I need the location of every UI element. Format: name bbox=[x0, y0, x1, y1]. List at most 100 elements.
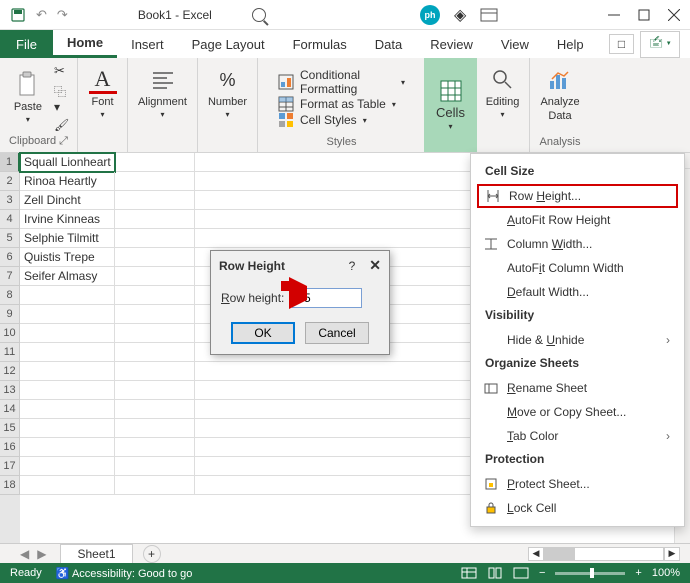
maximize-icon[interactable] bbox=[638, 9, 650, 21]
menu-lock-cell[interactable]: Lock Cell bbox=[471, 496, 684, 520]
undo-icon[interactable]: ↶ bbox=[36, 7, 47, 23]
sheet-nav-next-icon[interactable]: ▶ bbox=[37, 547, 46, 561]
row-header[interactable]: 16 bbox=[0, 438, 20, 457]
cell[interactable]: Zell Dincht bbox=[20, 191, 115, 210]
sheet-tab[interactable]: Sheet1 bbox=[60, 544, 132, 563]
cell[interactable] bbox=[115, 305, 195, 324]
cell[interactable] bbox=[20, 381, 115, 400]
font-button[interactable]: A Font ▾ bbox=[83, 62, 123, 123]
cell[interactable] bbox=[20, 457, 115, 476]
cell[interactable] bbox=[20, 400, 115, 419]
menu-autofit-column-width[interactable]: AutoFit Column Width bbox=[471, 256, 684, 280]
diamond-icon[interactable]: ◈ bbox=[454, 5, 466, 25]
menu-autofit-row-height[interactable]: AutoFit Row Height bbox=[471, 208, 684, 232]
cell[interactable] bbox=[20, 476, 115, 495]
row-header[interactable]: 13 bbox=[0, 381, 20, 400]
cell[interactable] bbox=[115, 343, 195, 362]
copy-icon[interactable]: ⿻ ▾ bbox=[54, 83, 69, 114]
redo-icon[interactable]: ↷ bbox=[57, 7, 68, 23]
cell[interactable] bbox=[20, 343, 115, 362]
cell[interactable]: Rinoa Heartly bbox=[20, 172, 115, 191]
comments-button[interactable]: □ bbox=[609, 34, 634, 54]
view-page-icon[interactable] bbox=[487, 567, 503, 579]
tab-home[interactable]: Home bbox=[53, 30, 117, 58]
cell[interactable] bbox=[115, 191, 195, 210]
row-header[interactable]: 5 bbox=[0, 229, 20, 248]
cells-button[interactable]: Cells ▾ bbox=[424, 58, 477, 152]
tab-review[interactable]: Review bbox=[416, 30, 487, 58]
row-header[interactable]: 2 bbox=[0, 172, 20, 191]
cell[interactable] bbox=[20, 324, 115, 343]
ok-button[interactable]: OK bbox=[231, 322, 295, 344]
scroll-right-icon[interactable]: ▶ bbox=[664, 547, 680, 561]
cell[interactable] bbox=[115, 381, 195, 400]
row-header[interactable]: 1 bbox=[0, 153, 20, 172]
zoom-in-icon[interactable]: + bbox=[635, 567, 641, 579]
menu-protect-sheet[interactable]: Protect Sheet... bbox=[471, 472, 684, 496]
alignment-button[interactable]: Alignment ▾ bbox=[132, 62, 193, 123]
cell[interactable] bbox=[115, 286, 195, 305]
scroll-left-icon[interactable]: ◀ bbox=[528, 547, 544, 561]
share-button[interactable]: 🖆 ▾ bbox=[640, 31, 680, 58]
tab-file[interactable]: File bbox=[0, 30, 53, 58]
cell[interactable] bbox=[115, 419, 195, 438]
tab-insert[interactable]: Insert bbox=[117, 30, 178, 58]
cell[interactable]: Irvine Kinneas bbox=[20, 210, 115, 229]
cell[interactable] bbox=[115, 153, 195, 172]
minimize-icon[interactable] bbox=[608, 9, 620, 21]
menu-hide-unhide[interactable]: Hide & Unhide › bbox=[471, 328, 684, 352]
tab-view[interactable]: View bbox=[487, 30, 543, 58]
row-header[interactable]: 6 bbox=[0, 248, 20, 267]
cell[interactable] bbox=[115, 438, 195, 457]
row-header[interactable]: 12 bbox=[0, 362, 20, 381]
cell[interactable] bbox=[115, 362, 195, 381]
tab-formulas[interactable]: Formulas bbox=[279, 30, 361, 58]
number-button[interactable]: % Number ▾ bbox=[202, 62, 253, 123]
view-normal-icon[interactable] bbox=[461, 567, 477, 579]
cell[interactable] bbox=[115, 210, 195, 229]
menu-row-height[interactable]: Row Height... bbox=[477, 184, 678, 208]
row-header[interactable]: 8 bbox=[0, 286, 20, 305]
menu-column-width[interactable]: Column Width... bbox=[471, 232, 684, 256]
cell[interactable] bbox=[20, 305, 115, 324]
account-logo-icon[interactable]: ph bbox=[420, 5, 440, 25]
tab-page-layout[interactable]: Page Layout bbox=[178, 30, 279, 58]
menu-tab-color[interactable]: Tab Color › bbox=[471, 424, 684, 448]
cell[interactable] bbox=[115, 324, 195, 343]
cell[interactable]: Quistis Trepe bbox=[20, 248, 115, 267]
close-icon[interactable] bbox=[668, 9, 680, 21]
cell[interactable] bbox=[115, 267, 195, 286]
cancel-button[interactable]: Cancel bbox=[305, 322, 369, 344]
cell[interactable] bbox=[20, 362, 115, 381]
row-header[interactable]: 3 bbox=[0, 191, 20, 210]
menu-move-copy-sheet[interactable]: Move or Copy Sheet... bbox=[471, 400, 684, 424]
row-header[interactable]: 14 bbox=[0, 400, 20, 419]
sheet-nav-prev-icon[interactable]: ◀ bbox=[20, 547, 29, 561]
cell[interactable] bbox=[115, 248, 195, 267]
cell[interactable]: Seifer Almasy bbox=[20, 267, 115, 286]
row-header[interactable]: 17 bbox=[0, 457, 20, 476]
cell[interactable] bbox=[115, 457, 195, 476]
tab-data[interactable]: Data bbox=[361, 30, 416, 58]
paste-button[interactable]: Paste ▾ bbox=[8, 67, 48, 128]
row-header[interactable]: 7 bbox=[0, 267, 20, 286]
editing-button[interactable]: Editing ▾ bbox=[480, 62, 526, 123]
cell[interactable] bbox=[115, 229, 195, 248]
autosave-icon[interactable] bbox=[10, 7, 26, 23]
search-icon[interactable] bbox=[252, 8, 266, 22]
cell[interactable] bbox=[115, 476, 195, 495]
menu-rename-sheet[interactable]: Rename Sheet bbox=[471, 376, 684, 400]
ribbon-mode-icon[interactable] bbox=[480, 8, 498, 22]
format-painter-icon[interactable]: 🖌 bbox=[54, 118, 69, 132]
cell-styles-button[interactable]: Cell Styles▾ bbox=[278, 112, 405, 128]
cell[interactable] bbox=[115, 400, 195, 419]
view-pagebreak-icon[interactable] bbox=[513, 567, 529, 579]
row-header[interactable]: 11 bbox=[0, 343, 20, 362]
cut-icon[interactable]: ✂ bbox=[54, 63, 65, 79]
tab-help[interactable]: Help bbox=[543, 30, 598, 58]
cell[interactable] bbox=[20, 419, 115, 438]
zoom-out-icon[interactable]: − bbox=[539, 567, 545, 579]
row-header[interactable]: 18 bbox=[0, 476, 20, 495]
cell[interactable] bbox=[20, 286, 115, 305]
format-as-table-button[interactable]: Format as Table▾ bbox=[278, 96, 405, 112]
